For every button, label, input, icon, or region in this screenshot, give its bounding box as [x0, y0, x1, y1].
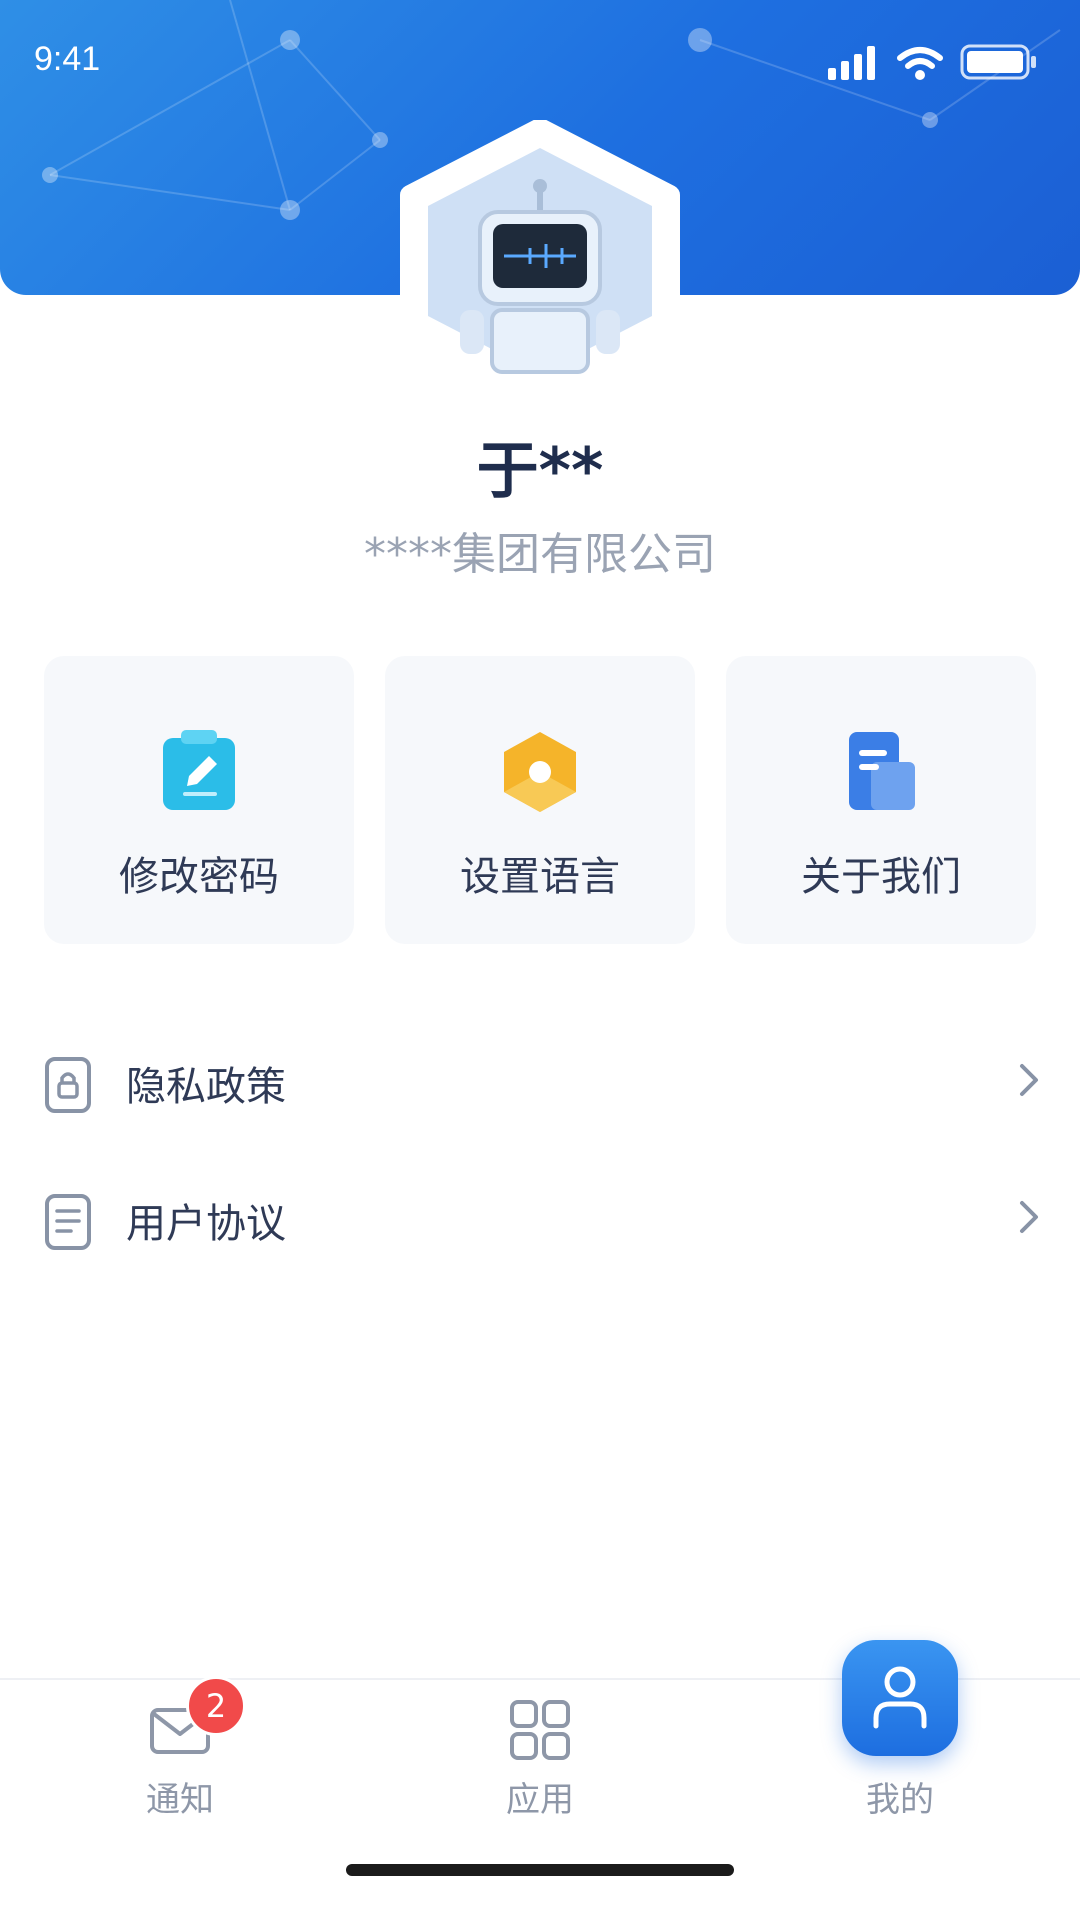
user-name: 于**: [476, 434, 604, 507]
company-name: ****集团有限公司: [364, 529, 716, 580]
robot-avatar-icon: [400, 118, 680, 402]
about-us-card[interactable]: 关于我们: [726, 656, 1036, 944]
tab-notify-label: 通知: [146, 1780, 214, 1820]
privacy-policy-label: 隐私政策: [126, 1064, 286, 1110]
tab-apps-label: 应用: [506, 1780, 574, 1820]
menu-item-privacy-policy[interactable]: 隐私政策: [0, 1024, 1080, 1134]
set-language-card[interactable]: 设置语言: [385, 656, 695, 944]
avatar[interactable]: [380, 118, 700, 402]
chevron-right-icon: [1020, 1064, 1038, 1096]
grid-apps-icon: [510, 1700, 570, 1760]
set-language-label: 设置语言: [460, 854, 620, 900]
signal-icon: [828, 46, 875, 80]
user-agreement-label: 用户协议: [126, 1201, 286, 1247]
document-icon: [45, 1194, 91, 1250]
chevron-right-icon: [1020, 1201, 1038, 1233]
change-password-label: 修改密码: [119, 854, 279, 900]
privacy-lock-icon: [45, 1057, 91, 1113]
wifi-icon: [897, 47, 943, 69]
about-us-label: 关于我们: [801, 854, 961, 900]
menu-item-user-agreement[interactable]: 用户协议: [0, 1161, 1080, 1271]
status-time: 9:41: [34, 40, 101, 78]
tab-apps[interactable]: 应用: [360, 1680, 720, 1830]
user-icon: [873, 1666, 927, 1729]
language-settings-icon: [504, 732, 576, 812]
status-icons: [828, 44, 1036, 80]
change-password-card[interactable]: 修改密码: [44, 656, 354, 944]
edit-password-icon: [163, 730, 235, 810]
tab-mine-active-button[interactable]: [842, 1640, 958, 1756]
status-bar: 9:41: [0, 0, 1080, 120]
about-us-icon: [849, 732, 915, 810]
home-indicator[interactable]: [346, 1864, 734, 1876]
notification-badge: 2: [186, 1676, 246, 1736]
tab-mine-label: 我的: [866, 1780, 934, 1820]
battery-icon: [960, 44, 1036, 80]
tab-notify[interactable]: 2 通知: [0, 1676, 360, 1830]
